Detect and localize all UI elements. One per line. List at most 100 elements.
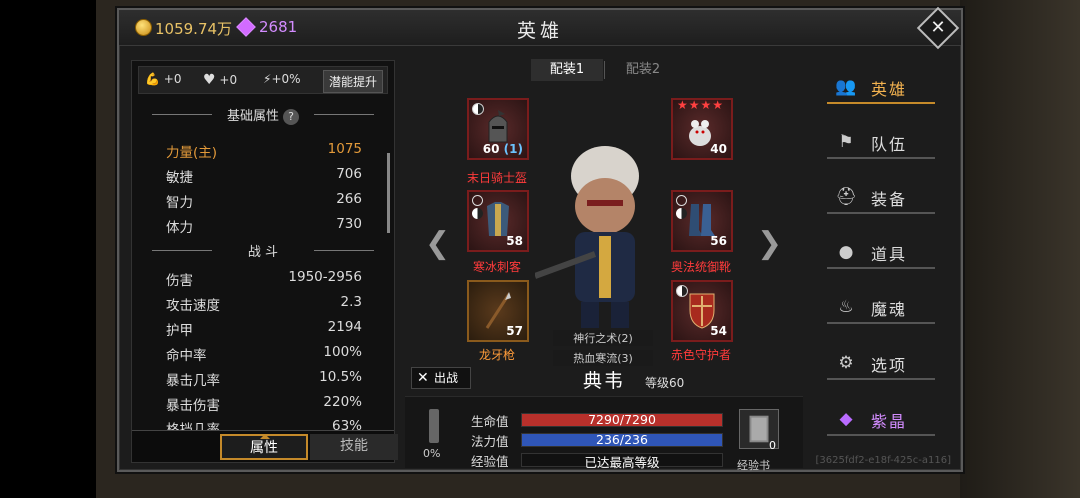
yin-yang-icon	[676, 208, 687, 219]
hero-equipment-area: 配装1 配装2 60 (1) 末日骑士盔 ★★★★ 40 58 寒冰刺客 56 …	[405, 54, 803, 472]
user-id: [3625fdf2-e18f-425c-a116]	[815, 455, 951, 466]
attr-value: 2.3	[340, 294, 362, 310]
attr-value: 10.5%	[319, 369, 362, 385]
bag-icon: ●	[838, 242, 854, 262]
game-screen: 1059.74万 2681 英雄 ✕ 💪 +0 ♥ +0 ⚡+0% 潜能提升 基…	[0, 0, 1080, 498]
window-title: 英雄	[516, 20, 563, 42]
combat-title: 战 斗	[247, 245, 279, 260]
health-bonus: ♥ +0	[203, 72, 237, 88]
close-icon: ✕	[930, 17, 946, 38]
attr-strength: 力量(主) 1075	[166, 141, 362, 161]
item-level: 60 (1)	[483, 142, 523, 156]
skill-label-2: 热血寒流(3)	[553, 350, 653, 366]
item-name-helmet: 末日骑士盔	[466, 171, 527, 185]
equip-slot-armor[interactable]: 58	[467, 190, 529, 252]
attr-value: 266	[336, 191, 362, 207]
exp-book-label: 经验书	[737, 459, 770, 472]
attr-value: 220%	[323, 394, 362, 410]
item-level: 57	[506, 324, 523, 338]
crystal-icon: ◆	[839, 409, 853, 429]
tab-skills[interactable]: 技能	[310, 434, 398, 460]
side-navigation: 👥 英雄 ⚑ 队伍 ⛑ 装备 ● 道具 ♨ 魔魂 ⚙ 选项 ◆ 紫晶	[817, 62, 947, 442]
nav-hero[interactable]: 👥 英雄	[827, 70, 935, 104]
equip-slot-boots[interactable]: 56	[671, 190, 733, 252]
mp-bar: 236/236	[521, 432, 723, 447]
nav-team[interactable]: ⚑ 队伍	[827, 125, 935, 159]
nav-label: 装备	[871, 190, 908, 209]
item-socket-count: (1)	[503, 142, 523, 156]
background-left	[0, 0, 96, 498]
divider	[604, 61, 605, 79]
item-level: 54	[710, 324, 727, 338]
hero-name: 典韦	[582, 370, 625, 392]
tab-loadout-2[interactable]: 配装2	[607, 59, 679, 81]
nav-items[interactable]: ● 道具	[827, 235, 935, 269]
exp-book-button[interactable]: 0	[739, 409, 779, 452]
hero-icon: 👥	[835, 77, 857, 97]
attr-label: 敏捷	[166, 170, 193, 186]
equip-slot-helmet[interactable]: 60 (1)	[467, 98, 529, 160]
attr-label: 智力	[166, 195, 193, 211]
hp-label: 生命值	[471, 414, 509, 429]
flag-icon: ⚑	[838, 132, 854, 152]
attr-label: 体力	[166, 220, 193, 236]
item-name-weapon: 龙牙枪	[478, 348, 515, 362]
item-name-shield: 赤色守护者	[670, 348, 731, 362]
strength-bonus-value: +0	[163, 72, 182, 86]
attr-label: 伤害	[166, 273, 193, 289]
speed-bonus-value: +0%	[271, 72, 301, 86]
attr-crit-chance: 暴击几率 10.5%	[166, 369, 362, 389]
item-level: 40	[710, 142, 727, 156]
attr-attack-speed: 攻击速度 2.3	[166, 294, 362, 314]
hp-bar: 7290/7290	[521, 412, 723, 427]
attr-label: 护甲	[166, 323, 193, 339]
xp-label: 经验值	[471, 454, 509, 469]
nav-label: 道具	[871, 245, 908, 264]
nav-label: 选项	[871, 356, 908, 375]
nav-crystal[interactable]: ◆ 紫晶	[827, 402, 935, 436]
tab-loadout-1[interactable]: 配装1	[531, 59, 603, 81]
prev-hero-arrow[interactable]: ❮	[425, 226, 450, 261]
star-rating: ★★★★	[677, 98, 725, 112]
tab-attributes[interactable]: 属性	[220, 434, 308, 460]
attribute-tabs: 属性 技能	[132, 430, 398, 462]
attr-label: 暴击伤害	[166, 398, 220, 414]
attr-value: 2194	[327, 319, 362, 335]
attr-damage: 伤害 1950-2956	[166, 269, 362, 289]
flame-icon: ♨	[838, 297, 854, 317]
attr-label: 力量(主)	[166, 145, 218, 161]
item-level: 58	[506, 234, 523, 248]
attr-agility: 敏捷 706	[166, 166, 362, 186]
scrollbar[interactable]	[387, 153, 390, 233]
potential-upgrade-button[interactable]: 潜能提升	[322, 70, 383, 93]
attr-label: 命中率	[166, 348, 207, 364]
nav-options[interactable]: ⚙ 选项	[827, 346, 935, 380]
bonus-stat-row: 💪 +0 ♥ +0 ⚡+0% 潜能提升	[138, 66, 388, 94]
socket-ring-icon	[472, 195, 483, 206]
nav-label: 紫晶	[871, 412, 908, 431]
hero-stats-bars: 0% 生命值 7290/7290 法力值 236/236 经验值 已达最高等级 …	[405, 396, 803, 472]
hp-value: 7290/7290	[588, 412, 656, 427]
weapon-progress-percent: 0%	[423, 447, 441, 460]
title-bar: 1059.74万 2681 英雄 ✕	[119, 6, 961, 50]
base-attributes-header: 基础属性?	[152, 105, 374, 125]
mp-value: 236/236	[596, 432, 648, 447]
nav-equipment[interactable]: ⛑ 装备	[827, 180, 935, 214]
equip-slot-weapon[interactable]: 57	[467, 280, 529, 342]
attr-value: 730	[336, 216, 362, 232]
attr-label: 攻击速度	[166, 298, 220, 314]
help-icon[interactable]: ?	[283, 109, 299, 125]
item-level-value: 60	[482, 142, 500, 156]
attr-value: 1075	[327, 141, 362, 157]
background-right	[960, 0, 1080, 498]
skill-label-1: 神行之术(2)	[553, 330, 653, 346]
hero-window: 1059.74万 2681 英雄 ✕ 💪 +0 ♥ +0 ⚡+0% 潜能提升 基…	[117, 6, 963, 472]
attr-hit-rate: 命中率 100%	[166, 344, 362, 364]
next-hero-arrow[interactable]: ❯	[757, 226, 782, 261]
equip-slot-shield[interactable]: 54	[671, 280, 733, 342]
nav-label: 队伍	[871, 135, 908, 154]
xp-value: 已达最高等级	[584, 455, 660, 470]
attribute-panel: 💪 +0 ♥ +0 ⚡+0% 潜能提升 基础属性? 力量(主) 1075 敏捷 70…	[131, 60, 398, 463]
nav-soul[interactable]: ♨ 魔魂	[827, 290, 935, 324]
equip-slot-pet[interactable]: ★★★★ 40	[671, 98, 733, 160]
